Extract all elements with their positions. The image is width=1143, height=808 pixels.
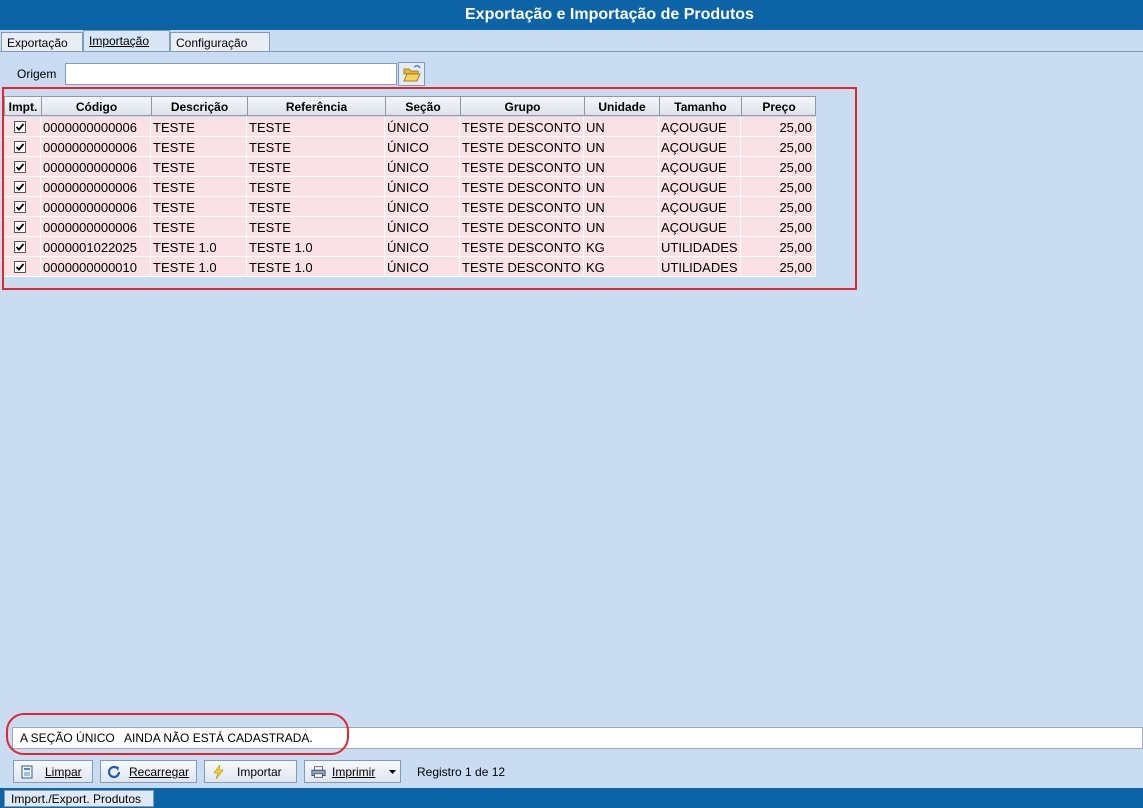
record-counter: Registro 1 de 12 <box>417 765 506 779</box>
tab-configuracao[interactable]: Configuração <box>170 32 270 52</box>
tab-label: Exportação <box>7 36 68 50</box>
imprimir-label: Imprimir <box>332 765 376 779</box>
message-highlight-annotation <box>6 713 349 755</box>
recarregar-button[interactable]: Recarregar <box>100 760 197 783</box>
imprimir-button[interactable]: Imprimir <box>304 760 401 783</box>
limpar-label: Limpar <box>45 765 82 779</box>
importar-button[interactable]: Importar <box>204 760 297 783</box>
status-bar: Import./Export. Produtos <box>0 788 1143 808</box>
window-title: Exportação e Importação de Produtos <box>465 6 754 23</box>
eraser-icon <box>21 765 33 779</box>
browse-folder-button[interactable] <box>398 62 425 86</box>
title-bar: Exportação e Importação de Produtos <box>0 0 1143 30</box>
printer-icon <box>311 766 326 778</box>
tab-importacao[interactable]: Importação <box>83 30 170 52</box>
grid-highlight-annotation <box>2 87 857 290</box>
tab-strip: Exportação Importação Configuração <box>0 30 1143 52</box>
reload-icon <box>107 765 121 779</box>
tab-label: Configuração <box>176 36 248 50</box>
limpar-button[interactable]: Limpar <box>13 760 93 783</box>
origem-label: Origem <box>17 67 57 81</box>
folder-open-icon <box>403 65 421 82</box>
tab-exportacao[interactable]: Exportação <box>1 32 83 52</box>
chevron-down-icon <box>389 770 396 774</box>
origem-input[interactable] <box>65 63 397 85</box>
recarregar-label: Recarregar <box>129 765 190 779</box>
tab-divider <box>0 51 1143 52</box>
tab-label: Importação <box>89 34 150 48</box>
importar-label: Importar <box>237 765 282 779</box>
lightning-icon <box>213 765 224 779</box>
status-panel: Import./Export. Produtos <box>4 790 154 807</box>
